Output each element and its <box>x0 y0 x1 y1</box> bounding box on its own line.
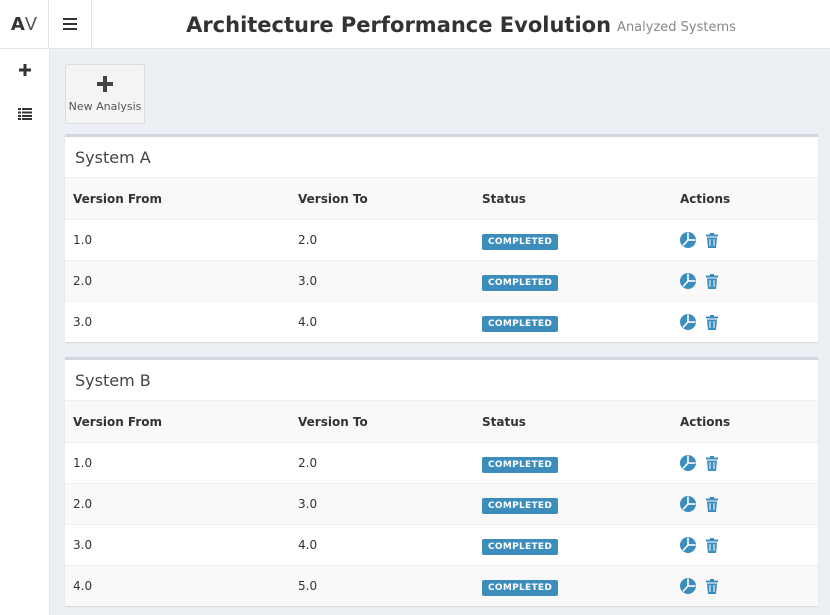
version-from: 2.0 <box>73 497 93 511</box>
app-logo[interactable]: AV <box>0 0 49 49</box>
plus-icon <box>97 75 113 96</box>
status-badge: COMPLETED <box>482 580 559 596</box>
version-to: 3.0 <box>298 274 318 288</box>
table-row: 4.0 5.0 COMPLETED <box>65 565 818 606</box>
status-badge: COMPLETED <box>482 498 559 514</box>
table-row: 2.0 3.0 COMPLETED <box>65 260 818 301</box>
column-header-status: Status <box>482 191 526 206</box>
table-row: 3.0 4.0 COMPLETED <box>65 301 818 342</box>
version-to: 4.0 <box>298 538 318 552</box>
version-from: 1.0 <box>73 233 93 247</box>
pie-chart-icon[interactable] <box>680 314 696 330</box>
column-header-version-from: Version From <box>73 191 163 206</box>
system-name: System B <box>65 360 818 401</box>
trash-icon[interactable] <box>706 314 718 330</box>
status-badge: COMPLETED <box>482 275 559 291</box>
table-row: 2.0 3.0 COMPLETED <box>65 483 818 524</box>
trash-icon[interactable] <box>706 578 718 594</box>
pie-chart-icon[interactable] <box>680 232 696 248</box>
plus-icon <box>18 61 31 80</box>
status-badge: COMPLETED <box>482 316 559 332</box>
version-to: 5.0 <box>298 579 318 593</box>
column-header-version-to: Version To <box>298 191 368 206</box>
page-subtitle: Analyzed Systems <box>617 20 736 35</box>
column-header-status: Status <box>482 414 526 429</box>
version-to: 2.0 <box>298 233 318 247</box>
version-to: 3.0 <box>298 497 318 511</box>
table-header-row: Version From Version To Status Actions <box>65 401 818 442</box>
system-panel: System B Version From Version To Status … <box>65 357 818 606</box>
pie-chart-icon[interactable] <box>680 537 696 553</box>
sidebar <box>0 49 50 615</box>
logo-letter-a: A <box>10 14 25 35</box>
trash-icon[interactable] <box>706 232 718 248</box>
list-icon <box>17 105 32 124</box>
column-header-version-to: Version To <box>298 414 368 429</box>
sidebar-item-list[interactable] <box>0 97 49 131</box>
pie-chart-icon[interactable] <box>680 273 696 289</box>
version-to: 4.0 <box>298 315 318 329</box>
trash-icon[interactable] <box>706 455 718 471</box>
table-row: 1.0 2.0 COMPLETED <box>65 219 818 260</box>
version-from: 4.0 <box>73 579 93 593</box>
version-from: 1.0 <box>73 456 93 470</box>
column-header-version-from: Version From <box>73 414 163 429</box>
top-navbar: AV Architecture Performance Evolution An… <box>0 0 830 49</box>
pie-chart-icon[interactable] <box>680 496 696 512</box>
table-row: 1.0 2.0 COMPLETED <box>65 442 818 483</box>
trash-icon[interactable] <box>706 496 718 512</box>
sidebar-item-add[interactable] <box>0 53 49 87</box>
table-row: 3.0 4.0 COMPLETED <box>65 524 818 565</box>
version-from: 3.0 <box>73 315 93 329</box>
version-to: 2.0 <box>298 456 318 470</box>
status-badge: COMPLETED <box>482 539 559 555</box>
pie-chart-icon[interactable] <box>680 455 696 471</box>
version-from: 2.0 <box>73 274 93 288</box>
page-header: Architecture Performance Evolution Analy… <box>92 0 830 49</box>
pie-chart-icon[interactable] <box>680 578 696 594</box>
page-title: Architecture Performance Evolution <box>186 12 612 37</box>
column-header-actions: Actions <box>680 191 731 206</box>
column-header-actions: Actions <box>680 414 731 429</box>
table-header-row: Version From Version To Status Actions <box>65 178 818 219</box>
version-from: 3.0 <box>73 538 93 552</box>
hamburger-icon <box>63 15 77 34</box>
system-panel: System A Version From Version To Status … <box>65 134 818 342</box>
menu-toggle-button[interactable] <box>49 0 92 49</box>
trash-icon[interactable] <box>706 537 718 553</box>
status-badge: COMPLETED <box>482 234 559 250</box>
system-name: System A <box>65 137 818 178</box>
new-analysis-label: New Analysis <box>68 99 142 113</box>
status-badge: COMPLETED <box>482 457 559 473</box>
new-analysis-button[interactable]: New Analysis <box>65 64 145 124</box>
trash-icon[interactable] <box>706 273 718 289</box>
logo-letter-v: V <box>24 14 38 35</box>
